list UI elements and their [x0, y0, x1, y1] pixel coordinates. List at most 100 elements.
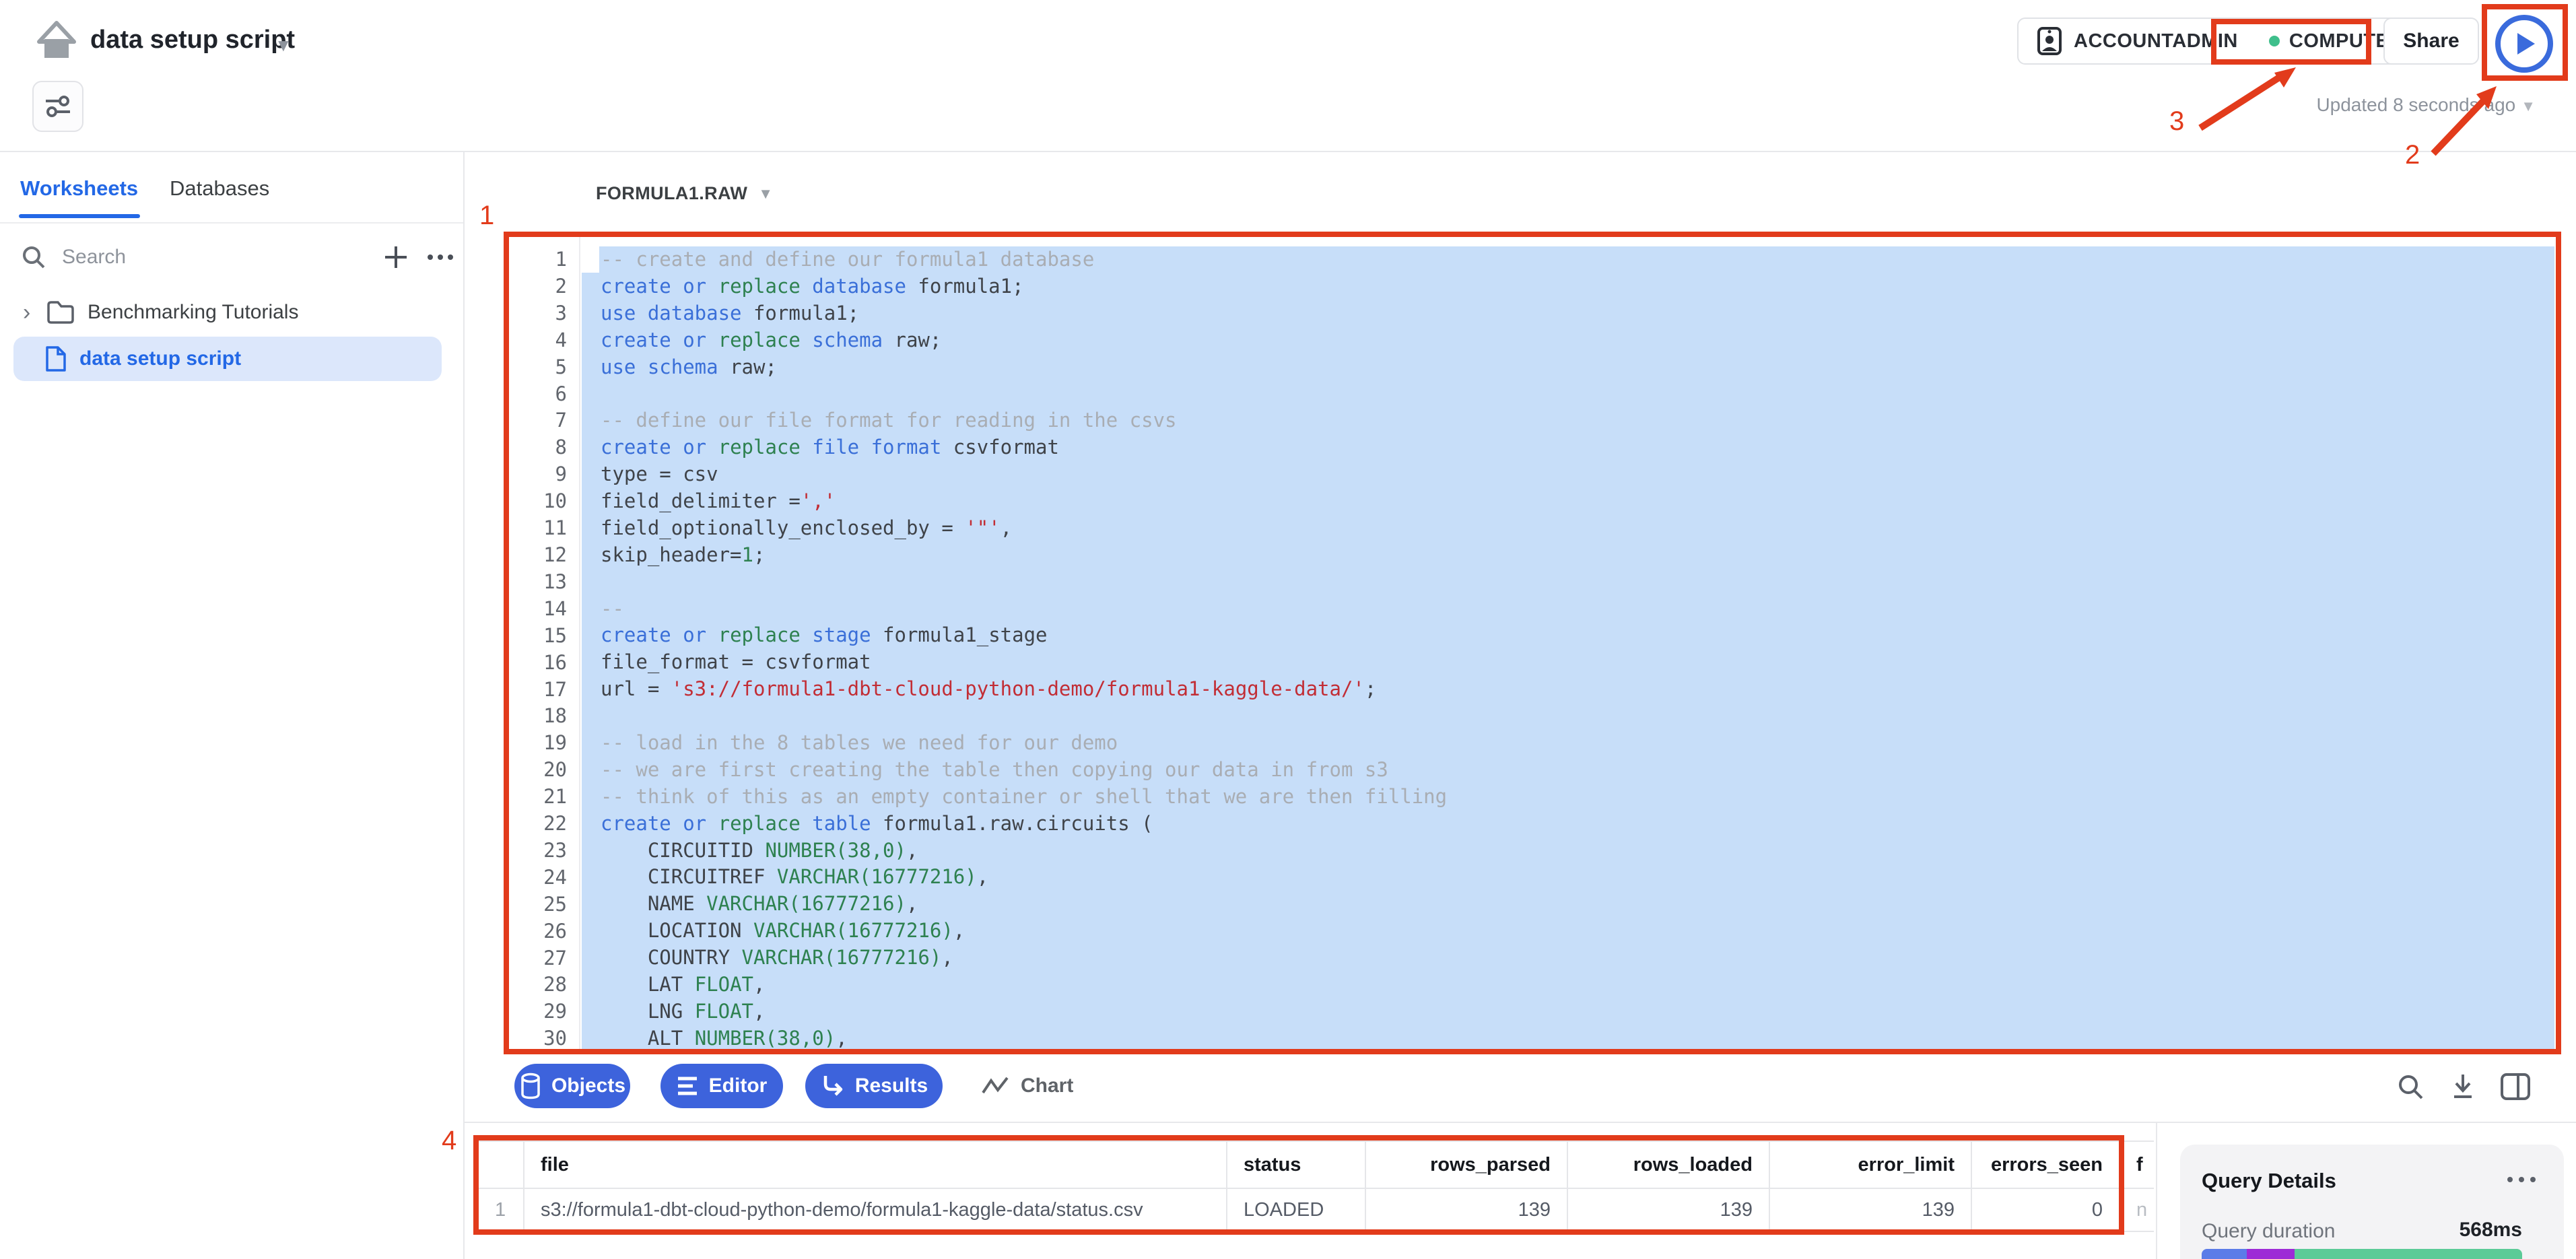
table-cell[interactable]: 1 — [479, 1189, 524, 1232]
table-cell[interactable]: 0 — [1972, 1189, 2120, 1232]
line-number: 29 — [509, 998, 567, 1025]
line-number: 14 — [509, 596, 567, 623]
code-line[interactable]: create or replace table formula1.raw.cir… — [582, 811, 2554, 838]
table-cell[interactable]: n — [2120, 1189, 2154, 1232]
folder-item-label: Benchmarking Tutorials — [88, 301, 298, 324]
code-line[interactable]: use schema raw; — [582, 354, 2554, 381]
column-header[interactable]: status — [1227, 1141, 1366, 1189]
filter-settings-button[interactable] — [32, 81, 83, 132]
table-cell[interactable]: 139 — [1366, 1189, 1568, 1232]
code-line[interactable]: CIRCUITREF VARCHAR(16777216), — [582, 864, 2554, 891]
context-label: FORMULA1.RAW — [596, 183, 747, 204]
chart-toggle[interactable]: Chart — [980, 1064, 1073, 1108]
column-header[interactable]: error_limit — [1770, 1141, 1972, 1189]
code-line[interactable]: create or replace schema raw; — [582, 327, 2554, 354]
code-line[interactable]: field_delimiter =',' — [582, 488, 2554, 515]
column-header[interactable]: errors_seen — [1972, 1141, 2120, 1189]
annotation-label-3: 3 — [2169, 106, 2184, 137]
sql-editor[interactable]: 1234567891011121314151617181920212223242… — [509, 237, 2554, 1049]
line-number: 15 — [509, 623, 567, 650]
tab-worksheets[interactable]: Worksheets — [20, 176, 138, 201]
code-line[interactable]: COUNTRY VARCHAR(16777216), — [582, 945, 2554, 972]
sidebar-divider — [463, 152, 465, 1259]
line-number: 17 — [509, 677, 567, 704]
table-cell[interactable]: s3://formula1-dbt-cloud-python-demo/form… — [524, 1189, 1227, 1232]
code-line[interactable]: LAT FLOAT, — [582, 972, 2554, 998]
line-number: 25 — [509, 891, 567, 918]
editor-button[interactable]: Editor — [660, 1064, 783, 1108]
sidebar-item-data-setup-script[interactable]: data setup script — [13, 337, 442, 381]
line-number: 19 — [509, 730, 567, 757]
tab-databases[interactable]: Databases — [170, 176, 269, 201]
role-label: ACCOUNTADMIN — [2074, 30, 2238, 53]
code-line[interactable]: -- think of this as an empty container o… — [582, 784, 2554, 811]
column-header[interactable]: rows_loaded — [1568, 1141, 1770, 1189]
code-line[interactable]: -- define our file format for reading in… — [582, 407, 2554, 434]
code-line[interactable]: type = csv — [582, 461, 2554, 488]
search-input[interactable]: Search — [20, 237, 443, 277]
column-header[interactable]: rows_parsed — [1366, 1141, 1568, 1189]
code-line[interactable]: create or replace stage formula1_stage — [582, 622, 2554, 649]
run-button[interactable] — [2495, 15, 2553, 73]
results-table: filestatusrows_parsedrows_loadederror_li… — [479, 1141, 2154, 1232]
code-line[interactable] — [582, 380, 2554, 407]
sidebar-item-benchmarking-tutorials[interactable]: › Benchmarking Tutorials — [13, 292, 444, 333]
code-line[interactable]: file_format = csvformat — [582, 649, 2554, 676]
database-context-selector[interactable]: FORMULA1.RAW ▼ — [596, 183, 773, 204]
code-line[interactable]: CIRCUITID NUMBER(38,0), — [582, 838, 2554, 864]
duration-bar-segment — [2247, 1249, 2295, 1259]
table-cell[interactable]: LOADED — [1227, 1189, 1366, 1232]
code-line[interactable] — [582, 569, 2554, 596]
code-line[interactable]: use database formula1; — [582, 300, 2554, 327]
code-line[interactable]: NAME VARCHAR(16777216), — [582, 891, 2554, 918]
code-line[interactable]: url = 's3://formula1-dbt-cloud-python-de… — [582, 676, 2554, 703]
column-header[interactable]: file — [524, 1141, 1227, 1189]
chevron-down-icon[interactable]: ▼ — [275, 35, 292, 56]
share-button[interactable]: Share — [2383, 18, 2479, 65]
results-button[interactable]: Results — [805, 1064, 943, 1108]
code-line[interactable]: LOCATION VARCHAR(16777216), — [582, 918, 2554, 945]
table-cell[interactable]: 139 — [1568, 1189, 1770, 1232]
role-selector[interactable]: ACCOUNTADMIN — [2019, 19, 2258, 63]
line-number: 21 — [509, 784, 567, 811]
line-number: 3 — [509, 300, 567, 327]
home-icon[interactable] — [35, 19, 78, 62]
column-header[interactable]: f — [2120, 1141, 2154, 1189]
code-line[interactable]: ALT NUMBER(38,0), — [582, 1025, 2554, 1049]
code-line[interactable]: create or replace database formula1; — [582, 273, 2554, 300]
code-line[interactable]: field_optionally_enclosed_by = '"', — [582, 515, 2554, 542]
query-details-menu-button[interactable] — [2507, 1177, 2536, 1182]
more-options-button[interactable] — [419, 237, 462, 277]
selection-start-notch — [582, 246, 599, 273]
line-number: 9 — [509, 461, 567, 488]
code-line[interactable]: -- load in the 8 tables we need for our … — [582, 730, 2554, 757]
code-line[interactable]: -- create and define our formula1 databa… — [582, 246, 2554, 273]
line-number: 1 — [509, 246, 567, 273]
split-panel-button[interactable] — [2499, 1070, 2532, 1103]
page-title[interactable]: data setup script — [90, 26, 295, 55]
line-number: 4 — [509, 327, 567, 354]
column-header[interactable] — [479, 1141, 524, 1189]
line-number: 28 — [509, 972, 567, 998]
updated-status[interactable]: Updated 8 seconds ago▼ — [2313, 94, 2536, 116]
code-line[interactable]: LNG FLOAT, — [582, 998, 2554, 1025]
code-line[interactable]: create or replace file format csvformat — [582, 434, 2554, 461]
results-panel-divider — [2156, 1123, 2157, 1259]
text-lines-icon — [677, 1075, 700, 1097]
code-line[interactable]: skip_header=1; — [582, 542, 2554, 569]
sidebar-tabs-divider — [0, 222, 463, 224]
objects-button[interactable]: Objects — [514, 1064, 630, 1108]
code-line[interactable]: -- we are first creating the table then … — [582, 757, 2554, 784]
code-line[interactable]: -- — [582, 596, 2554, 623]
code-line[interactable] — [582, 703, 2554, 730]
code-area[interactable]: -- create and define our formula1 databa… — [582, 246, 2554, 1049]
add-worksheet-button[interactable] — [376, 237, 416, 277]
line-number: 8 — [509, 434, 567, 461]
download-results-button[interactable] — [2447, 1070, 2479, 1103]
search-results-button[interactable] — [2394, 1070, 2427, 1103]
line-number: 16 — [509, 650, 567, 677]
file-icon — [44, 345, 67, 373]
annotation-arrow-2 — [2424, 79, 2511, 160]
table-cell[interactable]: 139 — [1770, 1189, 1972, 1232]
line-number: 12 — [509, 542, 567, 569]
